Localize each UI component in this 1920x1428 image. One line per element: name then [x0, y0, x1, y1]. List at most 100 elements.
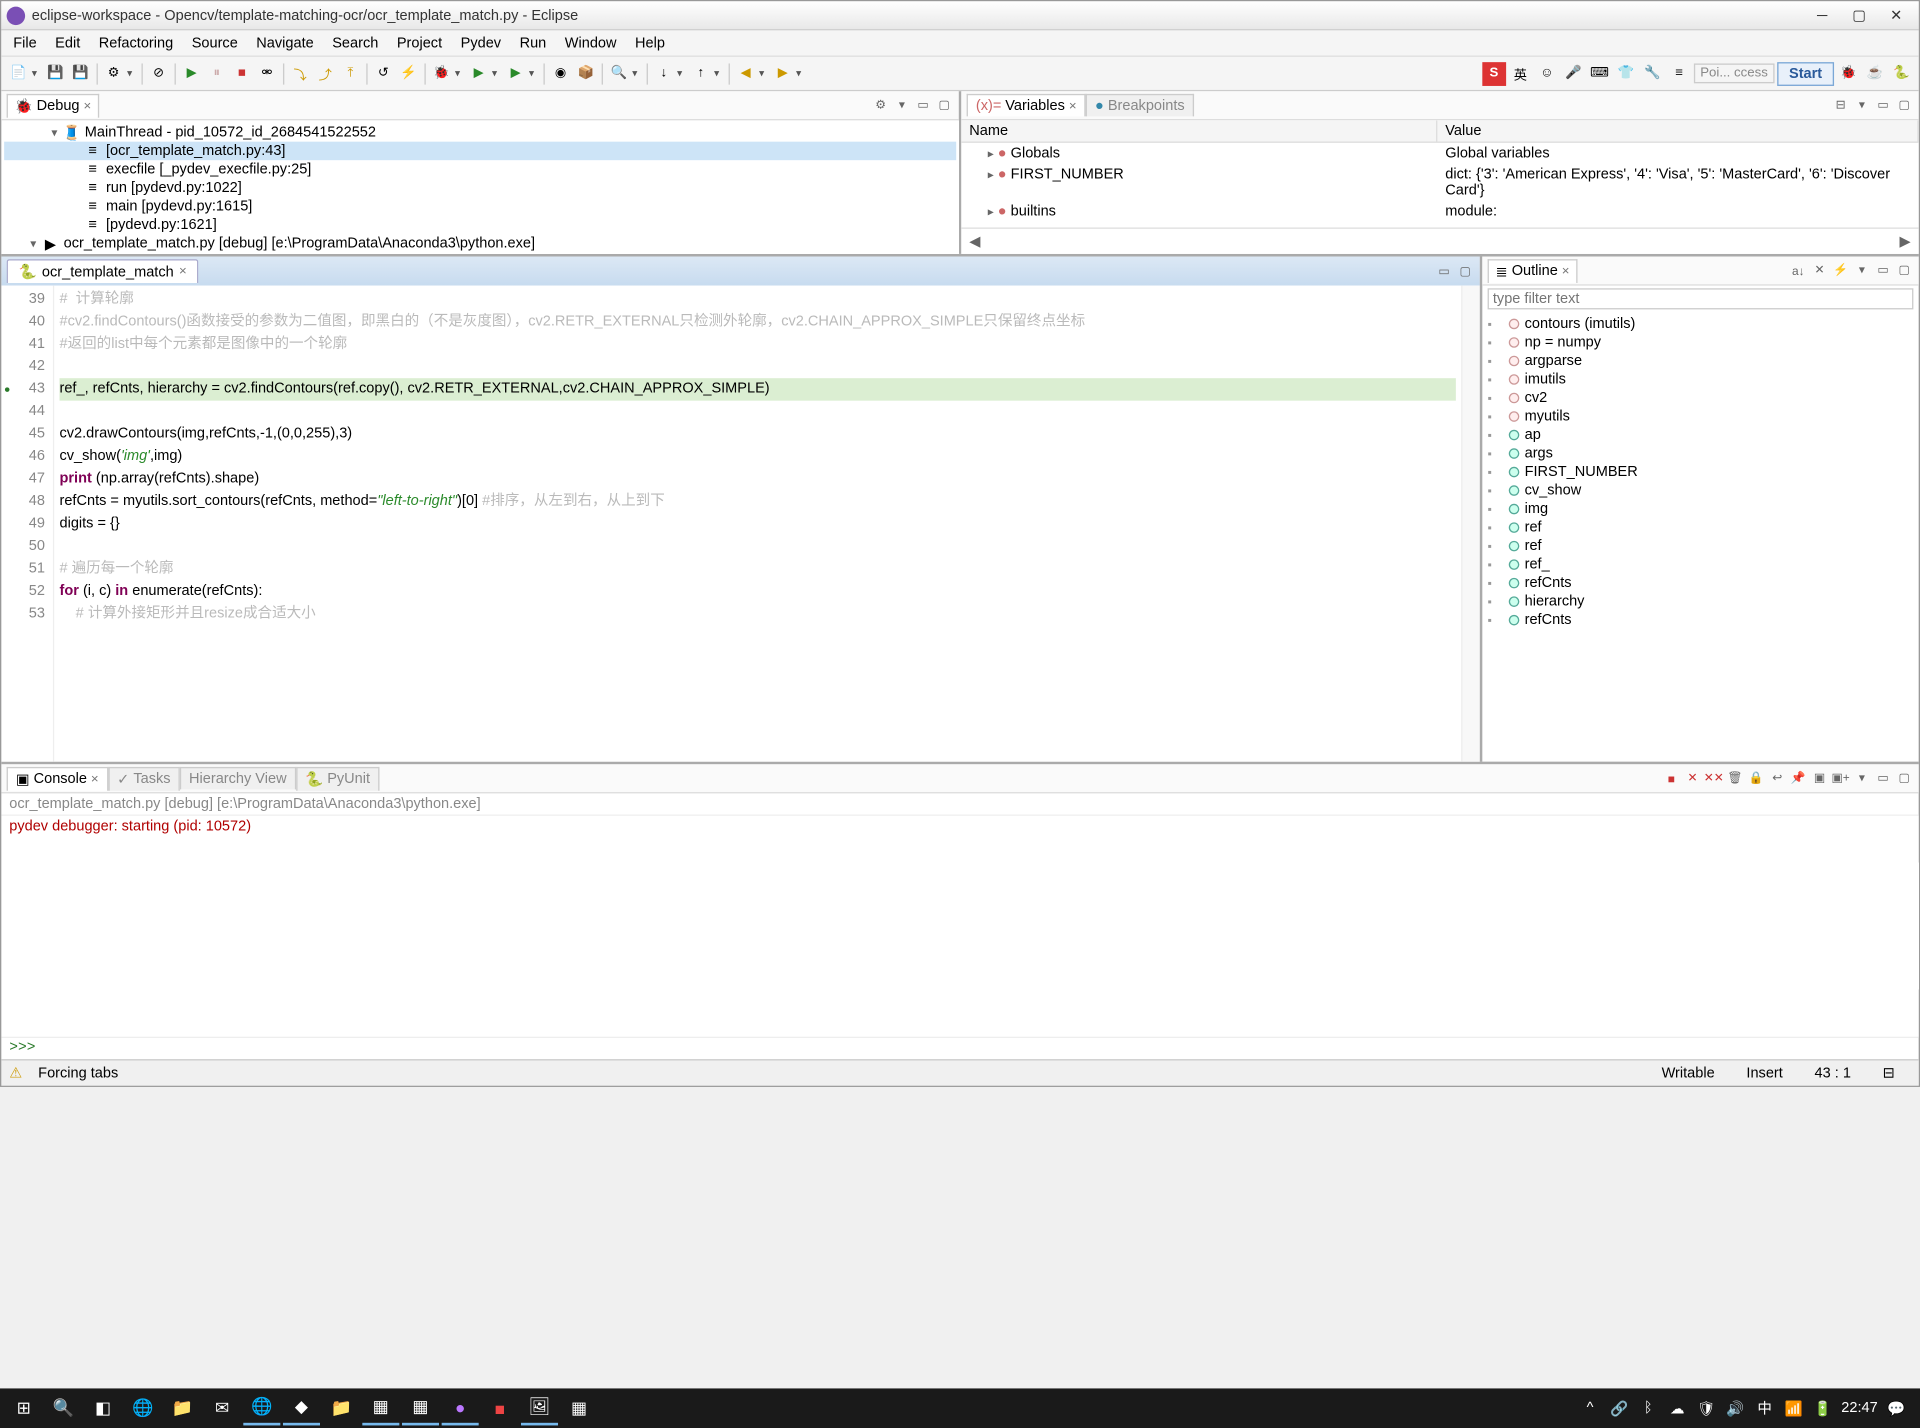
- hierarchy-tab[interactable]: Hierarchy View: [180, 767, 296, 789]
- new-package-icon[interactable]: 📦: [574, 61, 598, 85]
- debug-tree-item[interactable]: ≡run [pydevd.py:1022]: [4, 179, 956, 198]
- dropdown-icon[interactable]: ▾: [714, 67, 725, 79]
- perspective-java-icon[interactable]: ☕: [1863, 61, 1887, 85]
- close-icon[interactable]: ×: [1562, 264, 1570, 279]
- menu-search[interactable]: Search: [323, 32, 388, 53]
- forward-icon[interactable]: ▶: [771, 61, 795, 85]
- dropdown-icon[interactable]: ▾: [632, 67, 643, 79]
- code-line[interactable]: print (np.array(refCnts).shape): [60, 468, 1456, 490]
- ime-lang-icon[interactable]: 英: [1508, 61, 1532, 85]
- step-return-icon[interactable]: ⤒: [339, 61, 363, 85]
- maximize-view-icon[interactable]: ▢: [1895, 769, 1914, 788]
- save-all-icon[interactable]: 💾: [69, 61, 93, 85]
- debug-view-tab[interactable]: 🐞 Debug ×: [7, 93, 100, 117]
- menu-run[interactable]: Run: [510, 32, 555, 53]
- quick-access-field[interactable]: Poi... ccess: [1694, 63, 1775, 83]
- overview-ruler[interactable]: [1461, 286, 1480, 762]
- word-wrap-icon[interactable]: ↩: [1768, 769, 1787, 788]
- ime-tool-icon[interactable]: 🔧: [1641, 61, 1665, 85]
- outline-item[interactable]: ▪hierarchy: [1488, 592, 1914, 611]
- step-over-icon[interactable]: ⤴: [313, 61, 337, 85]
- display-console-icon[interactable]: ▣: [1810, 769, 1829, 788]
- code-line[interactable]: [60, 356, 1456, 378]
- debug-tree-item[interactable]: ≡main [pydevd.py:1615]: [4, 197, 956, 216]
- breakpoints-tab[interactable]: ● Breakpoints: [1086, 94, 1194, 116]
- debug-tree-item[interactable]: ≡ [pydevd.py:1621]: [4, 216, 956, 235]
- new-icon[interactable]: 📄: [7, 61, 31, 85]
- outline-item[interactable]: ▪cv2: [1488, 389, 1914, 408]
- maximize-editor-icon[interactable]: ▢: [1456, 262, 1475, 281]
- save-icon[interactable]: 💾: [44, 61, 68, 85]
- scroll-left-icon[interactable]: ◀: [961, 233, 988, 250]
- outline-item[interactable]: ▪img: [1488, 500, 1914, 519]
- coverage-icon[interactable]: ▶: [504, 61, 528, 85]
- console-tab[interactable]: ▣ Console ×: [7, 766, 108, 790]
- outline-item[interactable]: ▪contours (imutils): [1488, 315, 1914, 334]
- debug-icon[interactable]: 🐞: [430, 61, 454, 85]
- new-class-icon[interactable]: ◉: [549, 61, 573, 85]
- close-icon[interactable]: ×: [83, 99, 91, 114]
- dropdown-icon[interactable]: ▾: [677, 67, 688, 79]
- use-step-filters-icon[interactable]: ⚡: [397, 61, 421, 85]
- code-line[interactable]: digits = {}: [60, 513, 1456, 535]
- debug-tree-item[interactable]: ▾▶ocr_template_match.py [debug] [e:\Prog…: [4, 234, 956, 253]
- step-into-icon[interactable]: ⤵: [288, 61, 312, 85]
- scroll-lock-icon[interactable]: 🔒: [1747, 769, 1766, 788]
- tasks-tab[interactable]: ✓ Tasks: [108, 766, 180, 790]
- minimize-view-icon[interactable]: ▭: [1874, 96, 1893, 115]
- dropdown-icon[interactable]: ▾: [796, 67, 807, 79]
- run-icon[interactable]: ▶: [467, 61, 491, 85]
- debug-tree-item[interactable]: ≡execfile [_pydev_execfile.py:25]: [4, 160, 956, 179]
- hide-icon[interactable]: ✕: [1810, 261, 1829, 280]
- scroll-right-icon[interactable]: ▶: [1892, 233, 1919, 250]
- outline-filter-input[interactable]: [1488, 288, 1914, 309]
- back-icon[interactable]: ◀: [734, 61, 758, 85]
- status-progress-icon[interactable]: ⊟: [1867, 1064, 1911, 1081]
- perspective-debug-icon[interactable]: 🐞: [1837, 61, 1861, 85]
- dropdown-icon[interactable]: ▾: [127, 67, 138, 79]
- console-output[interactable]: pydev debugger: starting (pid: 10572): [1, 816, 1918, 1037]
- search-icon[interactable]: 🔍: [607, 61, 631, 85]
- code-line[interactable]: #cv2.findContours()函数接受的参数为二值图，即黑白的（不是灰度…: [60, 311, 1456, 333]
- skip-breakpoints-icon[interactable]: ⊘: [147, 61, 171, 85]
- menu-file[interactable]: File: [4, 32, 46, 53]
- collapse-all-icon[interactable]: ⊟: [1831, 96, 1850, 115]
- remove-launch-icon[interactable]: ✕: [1683, 769, 1702, 788]
- perspective-pydev-icon[interactable]: 🐍: [1890, 61, 1914, 85]
- next-annotation-icon[interactable]: ↓: [652, 61, 676, 85]
- filter-icon[interactable]: ⚡: [1831, 261, 1850, 280]
- close-icon[interactable]: ×: [1069, 99, 1077, 114]
- maximize-view-icon[interactable]: ▢: [1895, 96, 1914, 115]
- outline-item[interactable]: ▪ap: [1488, 426, 1914, 445]
- code-line[interactable]: #返回的list中每个元素都是图像中的一个轮廓: [60, 333, 1456, 355]
- terminate-icon[interactable]: ■: [230, 61, 254, 85]
- code-line[interactable]: [60, 536, 1456, 558]
- minimize-view-icon[interactable]: ▭: [1874, 261, 1893, 280]
- outline-item[interactable]: ▪ref: [1488, 537, 1914, 556]
- code-editor[interactable]: 394041424344454647484950515253 # 计算轮廓#cv…: [1, 286, 1479, 762]
- ime-menu-icon[interactable]: ≡: [1667, 61, 1691, 85]
- code-line[interactable]: for (i, c) in enumerate(refCnts):: [60, 580, 1456, 602]
- start-button[interactable]: Start: [1777, 61, 1834, 85]
- close-icon[interactable]: ×: [179, 264, 187, 279]
- menu-project[interactable]: Project: [388, 32, 452, 53]
- dropdown-icon[interactable]: ▾: [759, 67, 770, 79]
- maximize-view-icon[interactable]: ▢: [1895, 261, 1914, 280]
- outline-item[interactable]: ▪ref: [1488, 518, 1914, 537]
- minimize-view-icon[interactable]: ▭: [1874, 769, 1893, 788]
- close-icon[interactable]: ×: [91, 772, 99, 787]
- code-line[interactable]: # 计算外接矩形并且resize成合适大小: [60, 603, 1456, 625]
- outline-item[interactable]: ▪refCnts: [1488, 611, 1914, 630]
- remove-all-icon[interactable]: ✕✕: [1704, 769, 1723, 788]
- sort-icon[interactable]: a↓: [1789, 261, 1808, 280]
- ime-skin-icon[interactable]: 👕: [1614, 61, 1638, 85]
- variables-tab[interactable]: (x)= Variables ×: [967, 94, 1086, 116]
- debug-tree-item[interactable]: ≡ [ocr_template_match.py:43]: [4, 141, 956, 160]
- dropdown-icon[interactable]: ▾: [455, 67, 466, 79]
- code-line[interactable]: # 遍历每一个轮廓: [60, 558, 1456, 580]
- outline-view-tab[interactable]: ≣ Outline ×: [1488, 259, 1578, 283]
- variable-row[interactable]: ▸ ● FIRST_NUMBERdict: {'3': 'American Ex…: [961, 164, 1918, 201]
- variable-row[interactable]: ▸ ● builtinsmodule:: [961, 201, 1918, 222]
- code-line[interactable]: refCnts = myutils.sort_contours(refCnts,…: [60, 491, 1456, 513]
- close-button[interactable]: ✕: [1879, 3, 1913, 27]
